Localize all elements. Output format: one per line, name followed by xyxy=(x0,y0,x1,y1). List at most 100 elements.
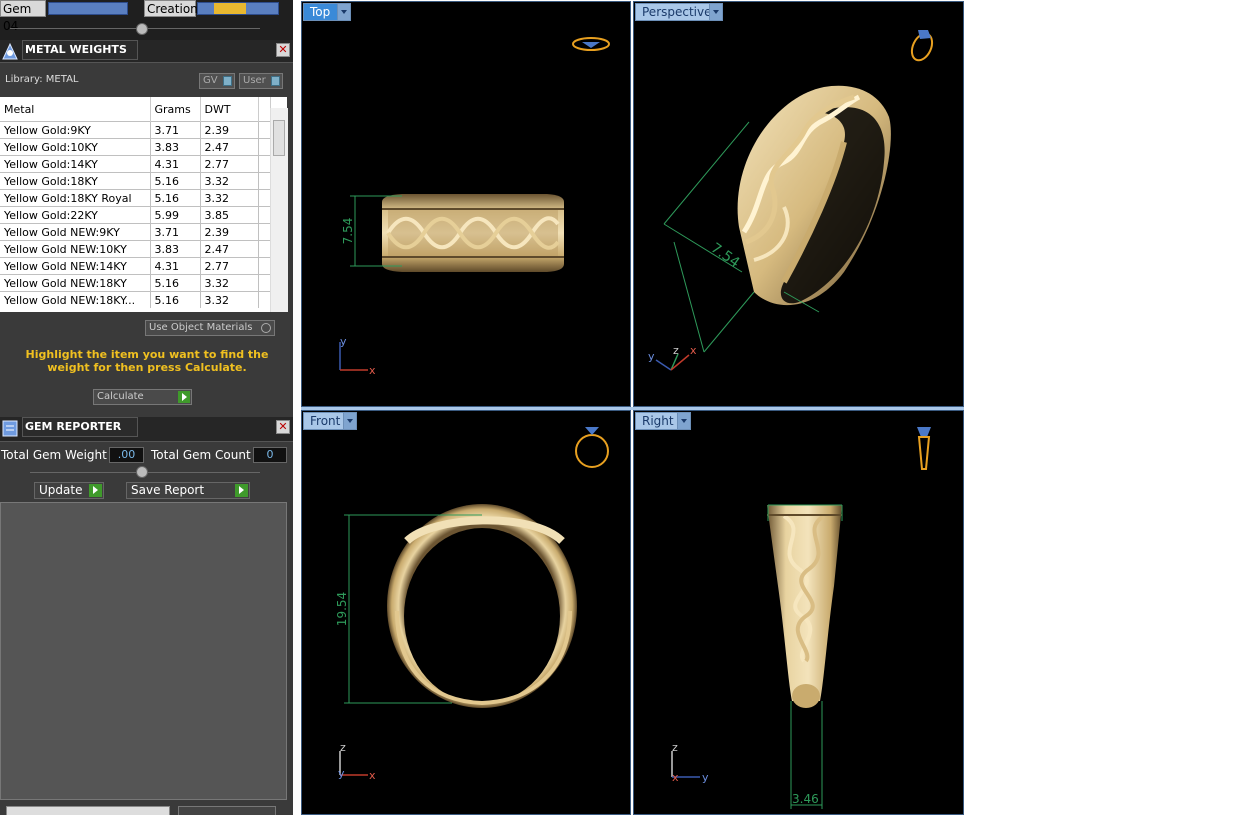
metal-weights-header: METAL WEIGHTS ✕ xyxy=(0,40,293,63)
user-toggle[interactable]: User xyxy=(239,73,283,89)
metal-cell: Yellow Gold NEW:18KY... xyxy=(0,291,151,308)
table-scrollbar[interactable] xyxy=(270,108,288,312)
update-button[interactable]: Update xyxy=(34,482,104,499)
metal-cell: Yellow Gold:18KY Royal xyxy=(0,189,151,207)
column-header-dwt[interactable]: DWT xyxy=(200,97,259,122)
viewport-front[interactable]: 19.54 z y x Front xyxy=(301,410,631,815)
material-select[interactable] xyxy=(6,806,170,815)
metal-cell: Yellow Gold NEW:14KY xyxy=(0,257,151,275)
ring-front-view xyxy=(387,504,577,708)
metal-cell: Yellow Gold NEW:18KY xyxy=(0,274,151,292)
dwt-cell: 2.47 xyxy=(200,138,259,156)
gem-reporter-icon xyxy=(2,420,18,437)
gem-report-list[interactable] xyxy=(0,502,287,800)
viewport-right[interactable]: 3.46 z x y Right xyxy=(633,410,964,815)
table-header-row: Metal Grams DWT xyxy=(0,97,271,122)
ring-right-view xyxy=(767,505,842,708)
chevron-down-icon[interactable] xyxy=(709,4,722,20)
metal-cell: Yellow Gold NEW:10KY xyxy=(0,240,151,258)
calculate-button[interactable]: Calculate xyxy=(93,389,192,405)
table-row[interactable]: Yellow Gold:18KY Royal 5.16 3.32 xyxy=(0,189,271,207)
grams-cell: 5.16 xyxy=(150,291,201,308)
gem-tab-controls[interactable] xyxy=(48,2,128,15)
axis-gizmo-icon: z x y xyxy=(671,741,709,784)
chevron-down-icon[interactable] xyxy=(677,413,690,429)
viewport-top[interactable]: 7.54 y x Top xyxy=(301,1,631,407)
grams-cell: 5.16 xyxy=(150,274,201,292)
splitter-handle[interactable] xyxy=(136,23,148,35)
table-row[interactable]: Yellow Gold:22KY 5.99 3.85 xyxy=(0,206,271,224)
top-view-canvas: 7.54 y x xyxy=(339,37,610,377)
svg-text:y: y xyxy=(340,335,347,348)
play-icon xyxy=(235,484,248,497)
axis-gizmo-icon: y z x xyxy=(648,344,697,371)
grams-cell: 4.31 xyxy=(150,257,201,275)
dwt-cell: 3.85 xyxy=(200,206,259,224)
grams-cell: 4.31 xyxy=(150,155,201,173)
table-row[interactable]: Yellow Gold NEW:18KY... 5.16 3.32 xyxy=(0,291,271,308)
grams-cell: 3.71 xyxy=(150,223,201,241)
grams-cell: 5.16 xyxy=(150,189,201,207)
metal-weights-title: METAL WEIGHTS xyxy=(22,40,138,60)
save-report-label: Save Report xyxy=(131,483,205,497)
use-object-materials-toggle[interactable]: Use Object Materials xyxy=(145,320,275,336)
metal-cell: Yellow Gold:22KY xyxy=(0,206,151,224)
table-row[interactable]: Yellow Gold:9KY 3.71 2.39 xyxy=(0,121,271,139)
set-material-button[interactable] xyxy=(178,806,276,815)
grams-cell: 3.71 xyxy=(150,121,201,139)
metal-table: Metal Grams DWT Yellow Gold:9KY 3.71 2.39 Y… xyxy=(0,97,287,312)
viewport-label-perspective[interactable]: Perspective xyxy=(635,3,723,21)
grams-cell: 3.83 xyxy=(150,138,201,156)
metal-cell: Yellow Gold:18KY xyxy=(0,172,151,190)
library-label: Library: METAL xyxy=(5,74,79,85)
table-row[interactable]: Yellow Gold:18KY 5.16 3.32 xyxy=(0,172,271,190)
svg-text:x: x xyxy=(672,771,679,784)
dwt-cell: 2.77 xyxy=(200,257,259,275)
update-label: Update xyxy=(39,483,83,497)
viewport-label-top[interactable]: Top xyxy=(303,3,351,21)
close-icon[interactable]: ✕ xyxy=(276,43,290,57)
splitter-handle[interactable] xyxy=(136,466,148,478)
left-panel: Gem 04 Creation METAL WEIGHTS ✕ Library:… xyxy=(0,0,293,815)
table-row[interactable]: Yellow Gold NEW:14KY 4.31 2.77 xyxy=(0,257,271,275)
viewport-label-front[interactable]: Front xyxy=(303,412,357,430)
dwt-cell: 2.39 xyxy=(200,223,259,241)
gem-tab[interactable]: Gem 04 xyxy=(0,0,46,33)
splitter-line xyxy=(10,28,260,29)
column-header-grams[interactable]: Grams xyxy=(150,97,201,122)
table-row[interactable]: Yellow Gold NEW:9KY 3.71 2.39 xyxy=(0,223,271,241)
dimension-label: 7.54 xyxy=(708,240,743,271)
gv-toggle[interactable]: GV xyxy=(199,73,235,89)
table-row[interactable]: Yellow Gold NEW:18KY 5.16 3.32 xyxy=(0,274,271,292)
metal-cell: Yellow Gold:10KY xyxy=(0,138,151,156)
metal-cell: Yellow Gold:9KY xyxy=(0,121,151,139)
ring-top-view xyxy=(382,194,564,272)
dwt-cell: 2.39 xyxy=(200,121,259,139)
ring-thumbnail-icon xyxy=(572,37,610,51)
gv-label: GV xyxy=(203,75,218,86)
perspective-view-canvas: 7.54 y z x xyxy=(648,30,934,371)
creation-tab-controls[interactable] xyxy=(197,2,279,15)
dimension-label: 19.54 xyxy=(335,592,349,626)
chevron-down-icon[interactable] xyxy=(337,4,350,20)
toolbar-strip: Gem 04 Creation xyxy=(0,0,293,40)
dimension-label: 3.46 xyxy=(792,792,819,806)
dwt-cell: 3.32 xyxy=(200,291,259,308)
viewport-perspective[interactable]: 7.54 y z x Perspective xyxy=(633,1,964,407)
total-gem-count-label: Total Gem Count xyxy=(151,448,251,462)
dwt-cell: 3.32 xyxy=(200,189,259,207)
chevron-down-icon[interactable] xyxy=(343,413,356,429)
metal-cell: Yellow Gold:14KY xyxy=(0,155,151,173)
column-header-metal[interactable]: Metal xyxy=(0,97,151,122)
table-row[interactable]: Yellow Gold:10KY 3.83 2.47 xyxy=(0,138,271,156)
table-row[interactable]: Yellow Gold:14KY 4.31 2.77 xyxy=(0,155,271,173)
close-icon[interactable]: ✕ xyxy=(276,420,290,434)
gem-reporter-title: GEM REPORTER xyxy=(22,417,138,437)
ring-thumbnail-icon xyxy=(575,427,609,468)
save-report-button[interactable]: Save Report xyxy=(126,482,250,499)
creation-tab[interactable]: Creation xyxy=(144,0,198,17)
viewport-label-right[interactable]: Right xyxy=(635,412,691,430)
table-row[interactable]: Yellow Gold NEW:10KY 3.83 2.47 xyxy=(0,240,271,258)
svg-text:y: y xyxy=(702,771,709,784)
grams-cell: 5.99 xyxy=(150,206,201,224)
